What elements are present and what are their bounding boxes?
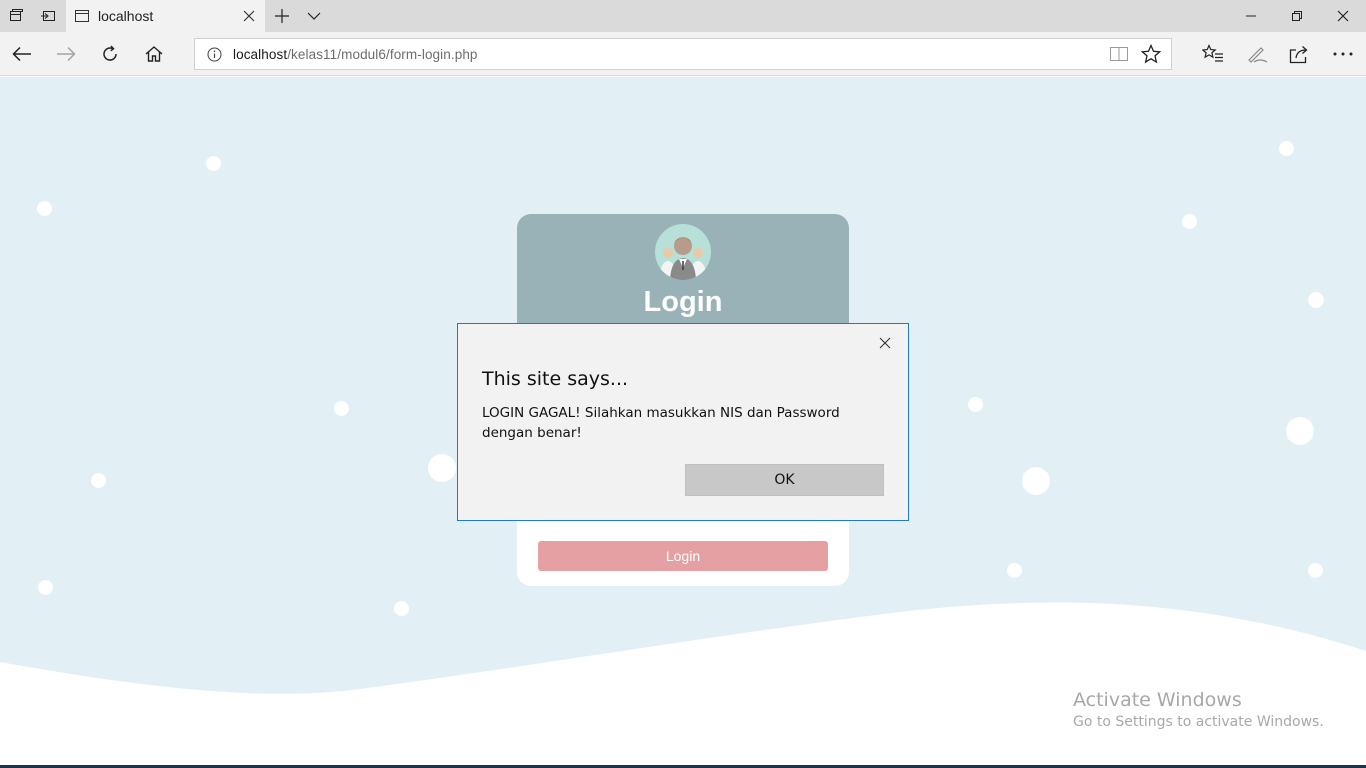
- tab-bar: localhost: [0, 0, 1366, 32]
- dialog-title: This site says...: [482, 368, 629, 390]
- dialog-message: LOGIN GAGAL! Silahkan masukkan NIS dan P…: [482, 405, 840, 441]
- ok-button[interactable]: OK: [685, 464, 884, 496]
- snowflake: [1022, 467, 1050, 495]
- back-icon[interactable]: [0, 32, 44, 76]
- snowflake: [334, 401, 349, 416]
- restore-icon[interactable]: [1274, 0, 1320, 32]
- chevron-down-icon[interactable]: [298, 0, 330, 32]
- snowflake: [206, 156, 221, 171]
- login-button[interactable]: Login: [538, 541, 828, 571]
- forward-icon[interactable]: [44, 32, 88, 76]
- alert-dialog: This site says... LOGIN GAGAL! Silahkan …: [457, 323, 909, 521]
- favorite-star-icon[interactable]: [1135, 39, 1167, 69]
- snowflake: [91, 473, 106, 488]
- new-tab-icon[interactable]: [266, 0, 298, 32]
- activate-windows-title: Activate Windows: [1073, 689, 1242, 711]
- set-aside-tabs-icon[interactable]: [32, 0, 64, 32]
- login-title: Login: [643, 286, 723, 318]
- reading-view-icon[interactable]: [1103, 39, 1135, 69]
- minimize-icon[interactable]: [1228, 0, 1274, 32]
- login-card-header: Login: [517, 214, 849, 334]
- page-icon: [74, 8, 90, 24]
- more-icon[interactable]: [1321, 32, 1365, 76]
- url-host: localhost: [233, 46, 288, 62]
- snowflake: [968, 397, 983, 412]
- tab-title: localhost: [98, 8, 154, 24]
- address-bar[interactable]: localhost/kelas11/modul6/form-login.php: [194, 38, 1172, 70]
- share-icon[interactable]: [1277, 32, 1321, 76]
- snowflake: [428, 454, 456, 482]
- close-window-icon[interactable]: [1320, 0, 1366, 32]
- info-icon[interactable]: [195, 47, 233, 62]
- favorites-hub-icon[interactable]: [1191, 32, 1235, 76]
- snowflake: [38, 580, 53, 595]
- tab-actions-icon[interactable]: [0, 0, 32, 32]
- users-avatar-icon: [655, 224, 711, 280]
- snowflake: [1308, 292, 1324, 308]
- refresh-icon[interactable]: [88, 32, 132, 76]
- home-icon[interactable]: [132, 32, 176, 76]
- url-path: /kelas11/modul6/form-login.php: [287, 46, 478, 62]
- snowflake: [1308, 563, 1323, 578]
- activate-windows-subtitle: Go to Settings to activate Windows.: [1073, 714, 1324, 730]
- snowflake: [37, 201, 52, 216]
- close-icon[interactable]: [233, 0, 265, 32]
- snowflake: [394, 601, 409, 616]
- notes-pen-icon[interactable]: [1235, 32, 1279, 76]
- navigation-bar: localhost/kelas11/modul6/form-login.php: [0, 32, 1366, 76]
- url-text[interactable]: localhost/kelas11/modul6/form-login.php: [233, 47, 1103, 62]
- close-icon[interactable]: [874, 332, 896, 354]
- snowflake: [1007, 563, 1022, 578]
- browser-tab[interactable]: localhost: [66, 0, 265, 32]
- snowflake: [1286, 417, 1314, 445]
- snowflake: [1279, 141, 1294, 156]
- snowflake: [1182, 214, 1197, 229]
